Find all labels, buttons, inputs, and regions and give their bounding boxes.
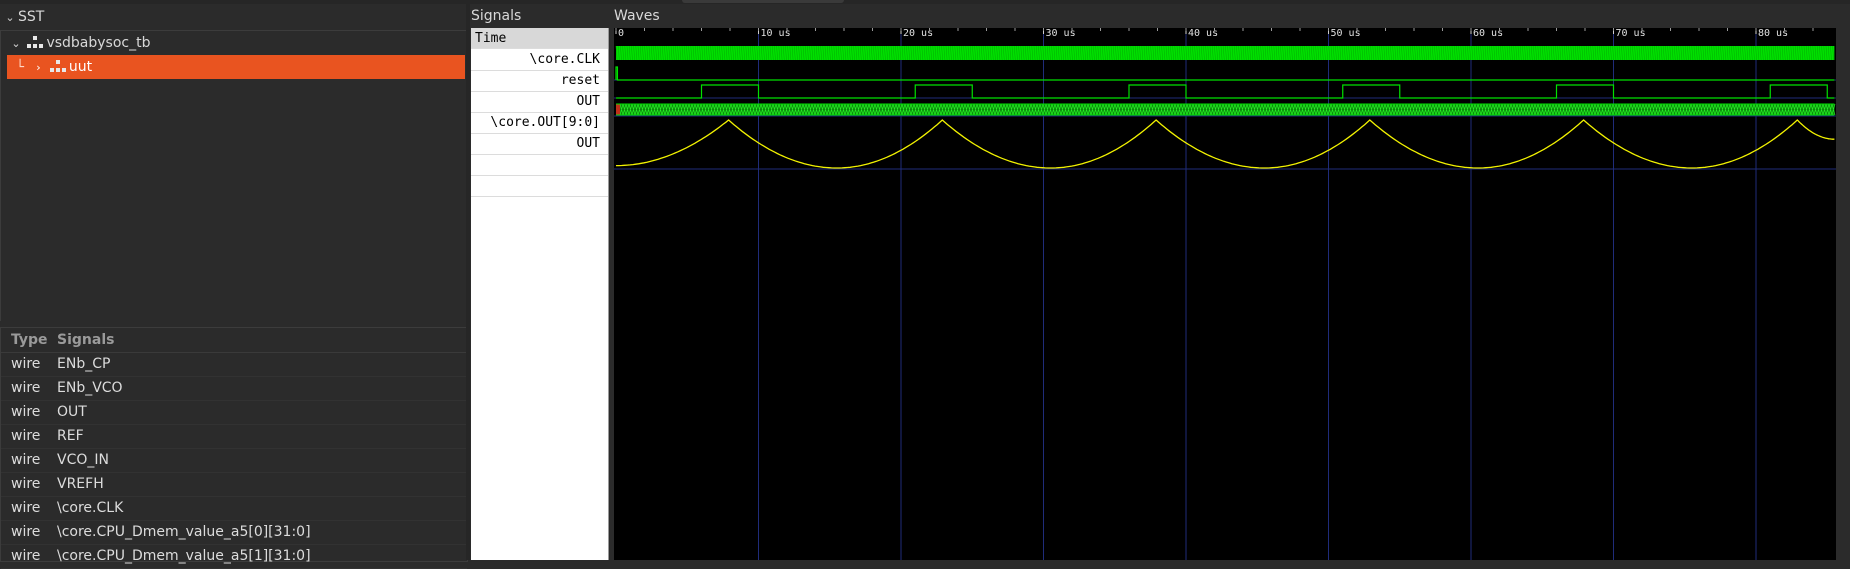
table-row[interactable]: wire ENb_CP	[1, 352, 467, 377]
tick-label: 20 us	[903, 28, 933, 39]
time-ruler: 0 10 us 20 us 30 us 40 us 50 us 60 us 70 us 80 u…	[615, 28, 1814, 39]
wave-out-digital	[616, 84, 1835, 99]
table-row[interactable]: wire OUT	[1, 400, 467, 425]
type-column-header[interactable]: Type	[11, 328, 48, 352]
type-cell: wire	[11, 548, 41, 564]
hierarchy-icon	[27, 36, 44, 50]
tick-label: 30 us	[1046, 28, 1076, 39]
table-row[interactable]: wire ENb_VCO	[1, 376, 467, 401]
table-row[interactable]: wire REF	[1, 424, 467, 449]
type-cell: wire	[11, 476, 41, 492]
time-row[interactable]: Time	[471, 28, 608, 49]
type-cell: wire	[11, 380, 41, 396]
analog-out-trace	[616, 119, 1835, 169]
signal-name: \core.CLK	[529, 52, 600, 67]
signal-name-row[interactable]: OUT	[471, 91, 608, 113]
table-header: Type Signals	[1, 328, 467, 353]
signal-name: OUT	[576, 94, 600, 109]
tick-label: 70 us	[1616, 28, 1646, 39]
reset-trace	[615, 66, 1835, 81]
signal-name-row-empty[interactable]	[471, 175, 608, 197]
signals-pane-title: Signals	[471, 8, 522, 24]
signal-name-row-empty[interactable]	[471, 154, 608, 176]
signal-cell: REF	[57, 428, 84, 444]
signal-cell: \core.CPU_Dmem_value_a5[0][31:0]	[57, 524, 311, 540]
tick-label: 80 us	[1758, 28, 1788, 39]
hierarchy-tree[interactable]: ⌄ vsdbabysoc_tb └ › uut	[0, 30, 468, 323]
tab-edge	[682, 0, 844, 3]
wave-reset	[615, 66, 1835, 81]
bus-unknown-marker	[616, 104, 620, 115]
sst-title: SST	[18, 9, 45, 25]
signal-name-row[interactable]: \core.CLK	[471, 49, 608, 71]
type-cell: wire	[11, 452, 41, 468]
chevron-down-icon[interactable]: ⌄	[2, 5, 18, 31]
signal-name: reset	[560, 73, 600, 88]
vertical-scrollbar[interactable]	[1836, 28, 1850, 560]
signal-cell: VREFH	[57, 476, 104, 492]
signal-cell: \core.CPU_Dmem_value_a5[1][31:0]	[57, 548, 311, 564]
tick-label: 60 us	[1473, 28, 1503, 39]
signal-name: \core.OUT[9:0]	[490, 115, 600, 130]
waves-pane-title: Waves	[614, 8, 660, 24]
waveform-canvas[interactable]: 0 10 us 20 us 30 us 40 us 50 us 60 us 70 us 80 u…	[614, 28, 1836, 560]
tick-label: 0	[618, 28, 624, 39]
type-cell: wire	[11, 524, 41, 540]
table-row[interactable]: wire \core.CLK	[1, 496, 467, 521]
chevron-down-icon[interactable]: ⌄	[9, 32, 23, 56]
type-cell: wire	[11, 428, 41, 444]
signal-cell: ENb_VCO	[57, 380, 123, 396]
signal-list-table[interactable]: Type Signals wire ENb_CP wire ENb_VCO wire…	[0, 327, 468, 569]
signal-name-row[interactable]: OUT	[471, 133, 608, 155]
out-trace	[616, 84, 1835, 99]
type-cell: wire	[11, 500, 41, 516]
tree-item-label: vsdbabysoc_tb	[46, 35, 151, 51]
vertical-divider[interactable]	[466, 0, 470, 560]
tree-item-vsdbabysoc-tb[interactable]: ⌄ vsdbabysoc_tb	[9, 31, 459, 55]
signal-cell: ENb_CP	[57, 356, 111, 372]
wave-out-analog	[616, 119, 1835, 169]
tick-label: 40 us	[1188, 28, 1218, 39]
tree-item-label: uut	[68, 59, 93, 75]
tick-label: 10 us	[761, 28, 791, 39]
tick-label: 50 us	[1331, 28, 1361, 39]
wave-core-clk	[615, 45, 1835, 61]
signal-cell: \core.CLK	[57, 500, 124, 516]
waveform-viewer[interactable]: 0 10 us 20 us 30 us 40 us 50 us 60 us 70 us 80 u…	[614, 28, 1836, 560]
table-row[interactable]: wire VREFH	[1, 472, 467, 497]
table-row[interactable]: wire VCO_IN	[1, 448, 467, 473]
tree-item-uut[interactable]: └ › uut	[7, 55, 465, 79]
signal-cell: OUT	[57, 404, 87, 420]
hierarchy-icon	[49, 60, 66, 74]
signals-name-pane[interactable]: Time \core.CLK reset OUT \core.OUT[9:0] …	[471, 28, 609, 560]
signals-column-header[interactable]: Signals	[57, 328, 114, 352]
signal-name: OUT	[576, 136, 600, 151]
signal-name-row[interactable]: reset	[471, 70, 608, 92]
signal-name-row[interactable]: \core.OUT[9:0]	[471, 112, 608, 134]
wave-core-out-bus	[616, 103, 1836, 116]
type-cell: wire	[11, 356, 41, 372]
signal-cell: VCO_IN	[57, 452, 109, 468]
branch-line-icon: └	[16, 60, 24, 75]
sst-header[interactable]: ⌄ SST	[0, 4, 470, 30]
type-cell: wire	[11, 404, 41, 420]
table-row[interactable]: wire \core.CPU_Dmem_value_a5[1][31:0]	[1, 544, 467, 569]
table-row[interactable]: wire \core.CPU_Dmem_value_a5[0][31:0]	[1, 520, 467, 545]
chevron-right-icon[interactable]: ›	[31, 56, 45, 80]
